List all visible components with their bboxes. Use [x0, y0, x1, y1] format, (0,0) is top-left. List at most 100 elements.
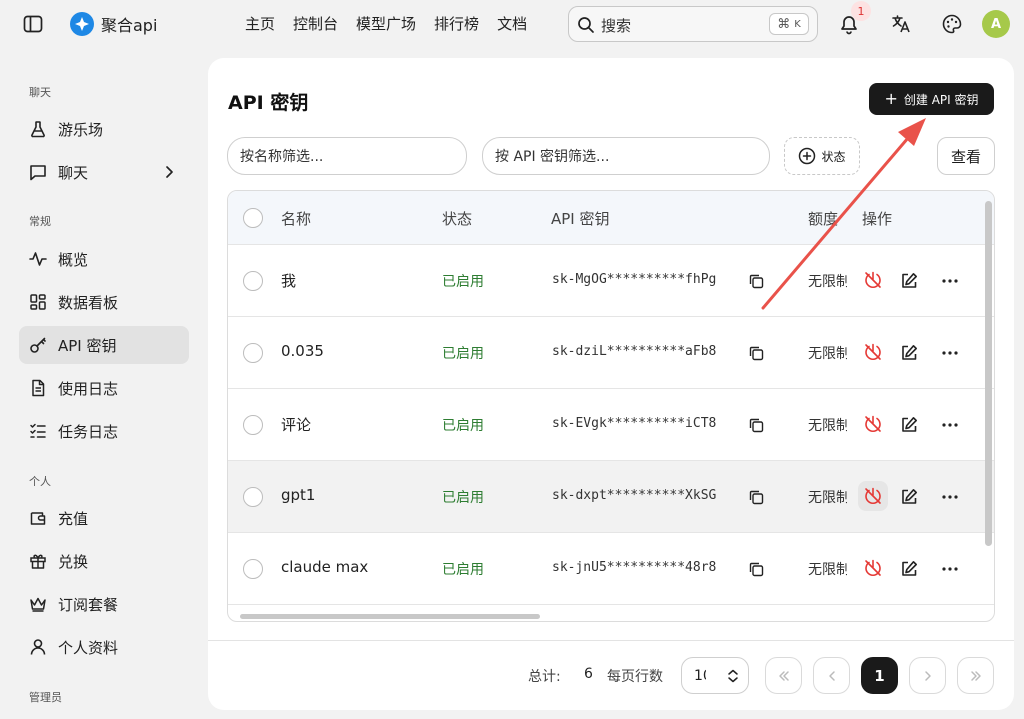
sidebar-item-subscription[interactable]: 订阅套餐 — [19, 585, 189, 623]
translate-icon[interactable] — [890, 13, 912, 35]
sidebar-item-dashboard[interactable]: 数据看板 — [19, 283, 189, 321]
nav-console[interactable]: 控制台 — [293, 13, 338, 34]
sidebar-item-redeem[interactable]: 兑换 — [19, 542, 189, 580]
table-row[interactable]: 我 已启用 sk-MgOG**********fhPg 无限制 — [228, 245, 994, 317]
create-api-key-button[interactable]: + 创建 API 密钥 — [869, 83, 994, 115]
user-icon — [30, 639, 46, 655]
more-icon[interactable] — [940, 560, 960, 578]
copy-icon[interactable] — [748, 273, 764, 289]
plus-icon: + — [884, 89, 898, 108]
sidebar: 聊天 游乐场 聊天 常规 概览 数据看板 API 密钥 使用日志 任务日志 个人… — [0, 48, 205, 719]
table-row[interactable]: claude max 已启用 sk-jnU5**********48r8 无限制 — [228, 533, 994, 605]
sidebar-toggle-icon[interactable] — [22, 13, 44, 35]
edit-icon[interactable] — [900, 488, 918, 506]
sidebar-item-playground[interactable]: 游乐场 — [19, 110, 189, 148]
rows-per-page-label: 每页行数 — [607, 669, 663, 685]
row-select-radio[interactable] — [243, 415, 263, 435]
key-status: 已启用 — [442, 490, 484, 506]
more-icon[interactable] — [940, 272, 960, 290]
edit-icon[interactable] — [900, 416, 918, 434]
key-icon — [30, 337, 46, 353]
more-icon[interactable] — [940, 416, 960, 434]
disable-key-button[interactable] — [858, 409, 888, 439]
disable-key-button[interactable] — [858, 265, 888, 295]
sidebar-item-api-keys[interactable]: API 密钥 — [19, 326, 189, 364]
first-page-button[interactable] — [765, 657, 802, 694]
page-1-button[interactable]: 1 — [861, 657, 898, 694]
row-select-radio[interactable] — [243, 487, 263, 507]
key-name: 评论 — [281, 416, 312, 434]
api-keys-table: 名称 状态 API 密钥 额度 操作 我 已启用 sk-MgOG********… — [227, 190, 995, 622]
copy-icon[interactable] — [748, 489, 764, 505]
document-icon — [32, 379, 45, 397]
palette-icon[interactable] — [941, 13, 963, 35]
status-filter-button[interactable]: 状态 — [784, 137, 860, 175]
next-page-button[interactable] — [909, 657, 946, 694]
chevrons-left-icon — [778, 670, 789, 681]
key-quota: 无限制 — [808, 274, 850, 290]
disable-key-button[interactable] — [858, 337, 888, 367]
name-filter-input[interactable]: 按名称筛选... — [227, 137, 467, 175]
shortcut-key: K — [794, 18, 801, 30]
checklist-icon — [30, 423, 46, 438]
table-row[interactable]: 0.035 已启用 sk-dziL**********aFb8 无限制 — [228, 317, 994, 389]
copy-icon[interactable] — [748, 345, 764, 361]
key-status: 已启用 — [442, 346, 484, 362]
row-select-radio[interactable] — [243, 343, 263, 363]
user-avatar[interactable]: A — [982, 10, 1010, 38]
total-count: 6 — [584, 666, 593, 682]
key-status: 已启用 — [442, 418, 484, 434]
sidebar-item-profile[interactable]: 个人资料 — [19, 628, 189, 666]
key-quota: 无限制 — [808, 490, 850, 506]
sidebar-item-topup[interactable]: 充值 — [19, 499, 189, 537]
chevron-right-icon — [924, 670, 931, 681]
nav-docs[interactable]: 文档 — [497, 13, 527, 34]
sidebar-item-label: 概览 — [58, 251, 89, 269]
select-all-radio[interactable] — [243, 208, 263, 228]
sidebar-section-personal: 个人 — [29, 475, 51, 488]
table-row[interactable]: gpt1 已启用 sk-dxpt**********XkSG 无限制 — [228, 461, 994, 533]
top-nav: 主页 控制台 模型广场 排行榜 文档 — [245, 13, 527, 34]
key-filter-input[interactable]: 按 API 密钥筛选... — [482, 137, 770, 175]
more-icon[interactable] — [940, 488, 960, 506]
nav-leaderboard[interactable]: 排行榜 — [434, 13, 479, 34]
key-value: sk-jnU5**********48r8 — [552, 560, 717, 575]
key-name: gpt1 — [281, 486, 316, 504]
disable-icon — [865, 487, 881, 504]
top-bar: 聚合api 主页 控制台 模型广场 排行榜 文档 搜索 ⌘ K 1 A — [0, 0, 1024, 48]
nav-model-plaza[interactable]: 模型广场 — [356, 13, 416, 34]
nav-home[interactable]: 主页 — [245, 13, 275, 34]
chevrons-right-icon — [970, 670, 981, 681]
sidebar-item-overview[interactable]: 概览 — [19, 240, 189, 278]
horizontal-scrollbar[interactable] — [240, 614, 540, 619]
copy-icon[interactable] — [748, 561, 764, 577]
last-page-button[interactable] — [957, 657, 994, 694]
disable-key-button[interactable] — [858, 481, 888, 511]
sidebar-item-label: 个人资料 — [58, 639, 119, 657]
key-value: sk-dziL**********aFb8 — [552, 344, 717, 359]
sidebar-section-chat: 聊天 — [29, 86, 51, 99]
sidebar-item-label: 聊天 — [58, 164, 89, 182]
header-quota: 额度 — [808, 210, 839, 228]
table-row[interactable]: 评论 已启用 sk-EVgk**********iCT8 无限制 — [228, 389, 994, 461]
prev-page-button[interactable] — [813, 657, 850, 694]
app-name: 聚合api — [101, 16, 158, 35]
edit-icon[interactable] — [900, 344, 918, 362]
sidebar-item-usage-logs[interactable]: 使用日志 — [19, 369, 189, 407]
more-icon[interactable] — [940, 344, 960, 362]
sidebar-item-chat[interactable]: 聊天 — [19, 153, 189, 191]
row-select-radio[interactable] — [243, 559, 263, 579]
copy-icon[interactable] — [748, 417, 764, 433]
search-box[interactable]: 搜索 ⌘ K — [568, 6, 818, 42]
app-logo[interactable]: 聚合api — [70, 12, 157, 36]
plus-circle-icon — [799, 147, 816, 165]
sidebar-item-task-logs[interactable]: 任务日志 — [19, 412, 189, 450]
view-button[interactable]: 查看 — [937, 137, 995, 175]
edit-icon[interactable] — [900, 272, 918, 290]
vertical-scrollbar[interactable] — [985, 201, 992, 546]
row-select-radio[interactable] — [243, 271, 263, 291]
disable-key-button[interactable] — [858, 553, 888, 583]
header-key: API 密钥 — [551, 210, 610, 228]
rows-per-page-select[interactable]: 10 — [681, 657, 749, 694]
edit-icon[interactable] — [900, 560, 918, 578]
